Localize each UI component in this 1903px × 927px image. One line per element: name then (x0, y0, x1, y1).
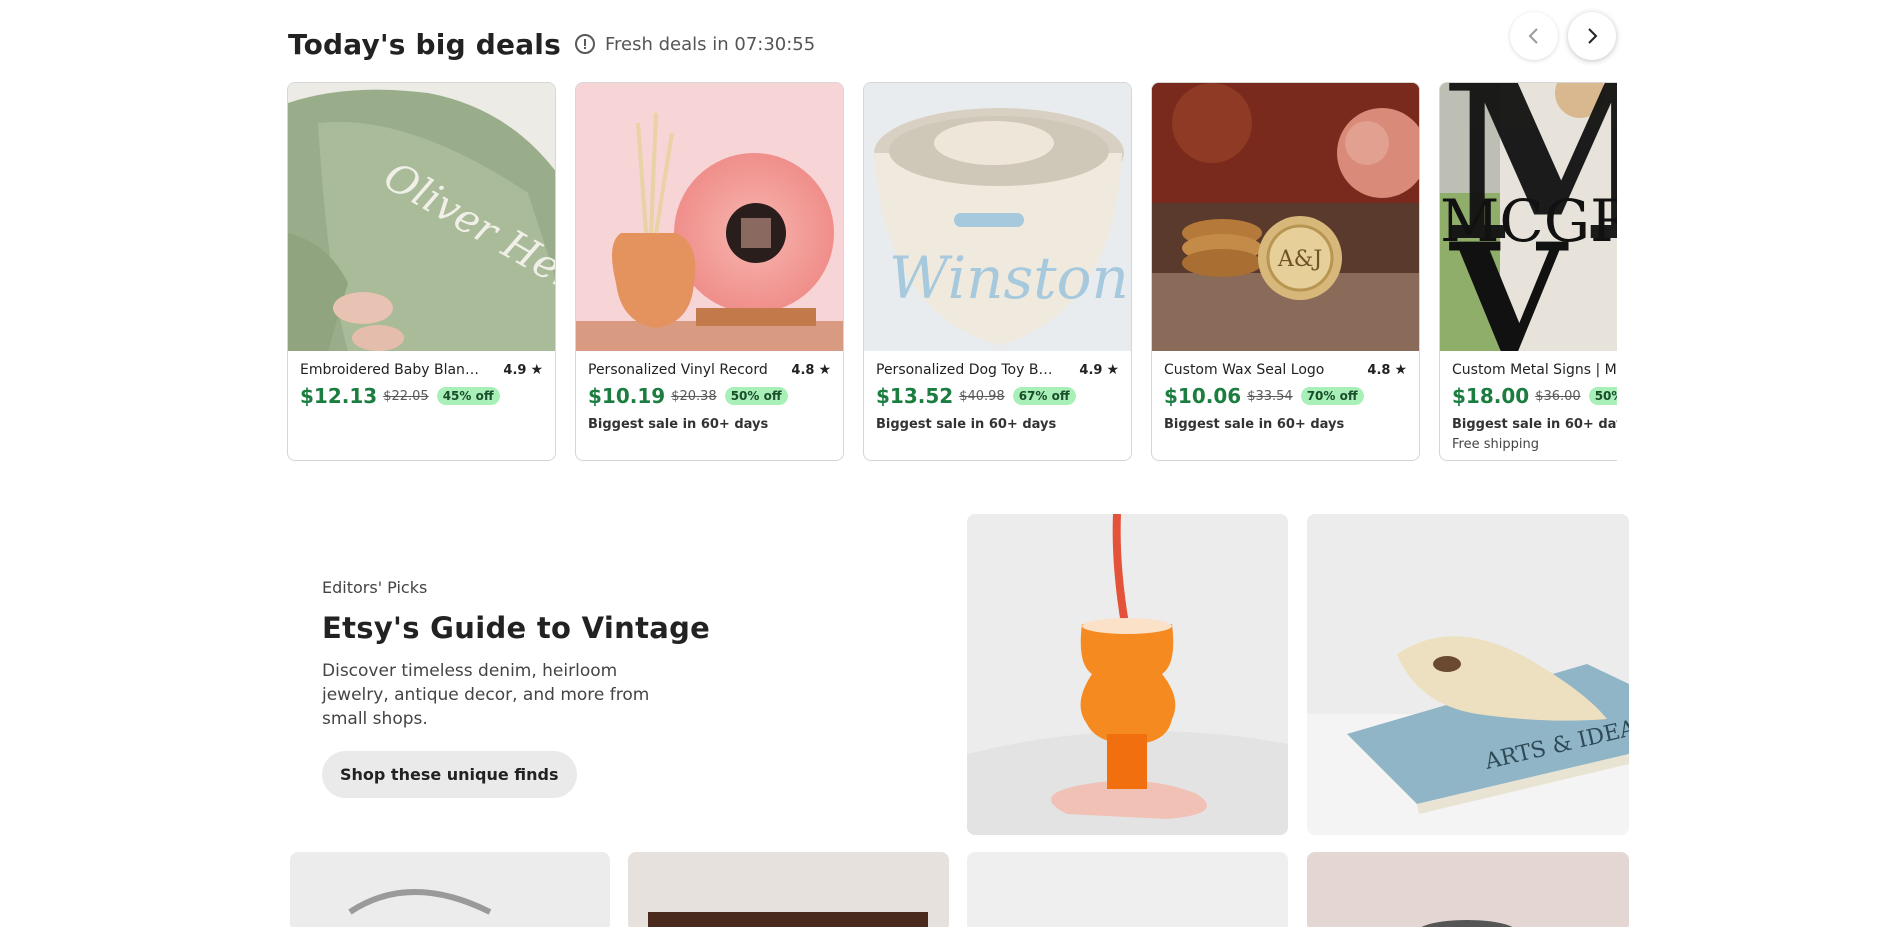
product-title[interactable]: Embroidered Baby Blanket (300, 362, 480, 378)
original-price: $22.05 (383, 388, 429, 404)
original-price: $40.98 (959, 388, 1005, 404)
basket-name-text: Winston (889, 244, 1129, 312)
shop-unique-finds-button[interactable]: Shop these unique finds (322, 751, 577, 798)
seal-text: A&J (1277, 247, 1322, 272)
original-price: $20.38 (671, 388, 717, 404)
product-card[interactable]: M MCGRA V Custom Metal Signs | Monogram … (1439, 82, 1617, 461)
free-shipping-note: Free shipping (1452, 437, 1539, 452)
rating-value: 4.8 (1367, 362, 1391, 378)
chevron-right-icon (1588, 28, 1598, 44)
rating-value: 4.9 (1079, 362, 1103, 378)
deal-note: Biggest sale in 60+ days (876, 417, 1057, 432)
carousel-next-button[interactable] (1568, 12, 1616, 60)
product-image[interactable]: Oliver Henry (288, 83, 555, 351)
original-price: $33.54 (1247, 388, 1293, 404)
product-rating: 4.9 ★ (503, 362, 543, 378)
vintage-item-tile[interactable] (967, 852, 1288, 927)
product-title[interactable]: Custom Metal Signs | Monogram (1452, 362, 1617, 378)
deals-header: Today's big deals Fresh deals in 07:30:5… (288, 24, 815, 64)
vintage-bowl-tile[interactable] (1307, 852, 1629, 927)
vintage-tray-tile[interactable] (290, 852, 610, 927)
product-image[interactable]: A&J (1152, 83, 1419, 351)
product-title[interactable]: Personalized Vinyl Record (588, 362, 768, 378)
discount-badge: 70% off (1300, 387, 1364, 405)
info-clock-icon (574, 34, 595, 54)
sale-price: $10.06 (1164, 384, 1242, 408)
editors-picks: Editors' Picks Etsy's Guide to Vintage D… (322, 578, 742, 798)
sale-price: $13.52 (876, 384, 954, 408)
discount-badge: 67% off (1012, 387, 1076, 405)
product-image[interactable]: Winston (864, 83, 1131, 351)
chevron-left-icon (1528, 28, 1538, 44)
star-icon: ★ (530, 362, 543, 378)
product-rating: 4.8 ★ (791, 362, 831, 378)
product-image[interactable]: M MCGRA V (1440, 83, 1617, 351)
discount-badge: 50% off (1588, 387, 1617, 405)
product-card[interactable]: Winston Personalized Dog Toy Basket 4.9★… (863, 82, 1132, 461)
product-title[interactable]: Custom Wax Seal Logo (1164, 362, 1344, 378)
vintage-shell-tile[interactable]: ARTS & IDEAS (1307, 514, 1629, 835)
editors-picks-title: Etsy's Guide to Vintage (322, 611, 711, 645)
svg-text:V: V (1449, 211, 1569, 351)
product-title[interactable]: Personalized Dog Toy Basket (876, 362, 1056, 378)
deals-title: Today's big deals (288, 27, 561, 61)
product-rating: 4.9 ★ (1079, 362, 1119, 378)
product-rating: 4.8 ★ (1367, 362, 1407, 378)
product-image[interactable] (576, 83, 843, 351)
star-icon: ★ (1106, 362, 1119, 378)
deals-timer: Fresh deals in 07:30:55 (574, 33, 816, 55)
sale-price: $12.13 (300, 384, 378, 408)
vintage-glass-tile[interactable] (967, 514, 1288, 835)
deal-note: Biggest sale in 60+ days (1452, 417, 1617, 432)
star-icon: ★ (1394, 362, 1407, 378)
rating-value: 4.9 (503, 362, 527, 378)
product-card[interactable]: Oliver Henry Embroidered Baby Blanket 4.… (287, 82, 556, 461)
sale-price: $10.19 (588, 384, 666, 408)
product-card[interactable]: Personalized Vinyl Record 4.8 ★ $10.19 $2… (575, 82, 844, 461)
rating-value: 4.8 (791, 362, 815, 378)
deals-carousel: Oliver Henry Embroidered Baby Blanket 4.… (285, 81, 1617, 463)
editors-picks-description: Discover timeless denim, heirloom jewelr… (322, 661, 650, 729)
timer-text: Fresh deals in 07:30:55 (604, 33, 816, 55)
carousel-prev-button[interactable] (1510, 12, 1558, 60)
vintage-wood-tile[interactable] (628, 852, 949, 927)
editors-picks-eyebrow: Editors' Picks (322, 578, 428, 597)
deal-note: Biggest sale in 60+ days (588, 417, 769, 432)
deal-note: Biggest sale in 60+ days (1164, 417, 1345, 432)
discount-badge: 50% off (724, 387, 788, 405)
product-card[interactable]: A&J Custom Wax Seal Logo 4.8 ★ $10.06 $33… (1151, 82, 1420, 461)
original-price: $36.00 (1535, 388, 1581, 404)
star-icon: ★ (818, 362, 831, 378)
discount-badge: 45% off (436, 387, 500, 405)
sale-price: $18.00 (1452, 384, 1530, 408)
